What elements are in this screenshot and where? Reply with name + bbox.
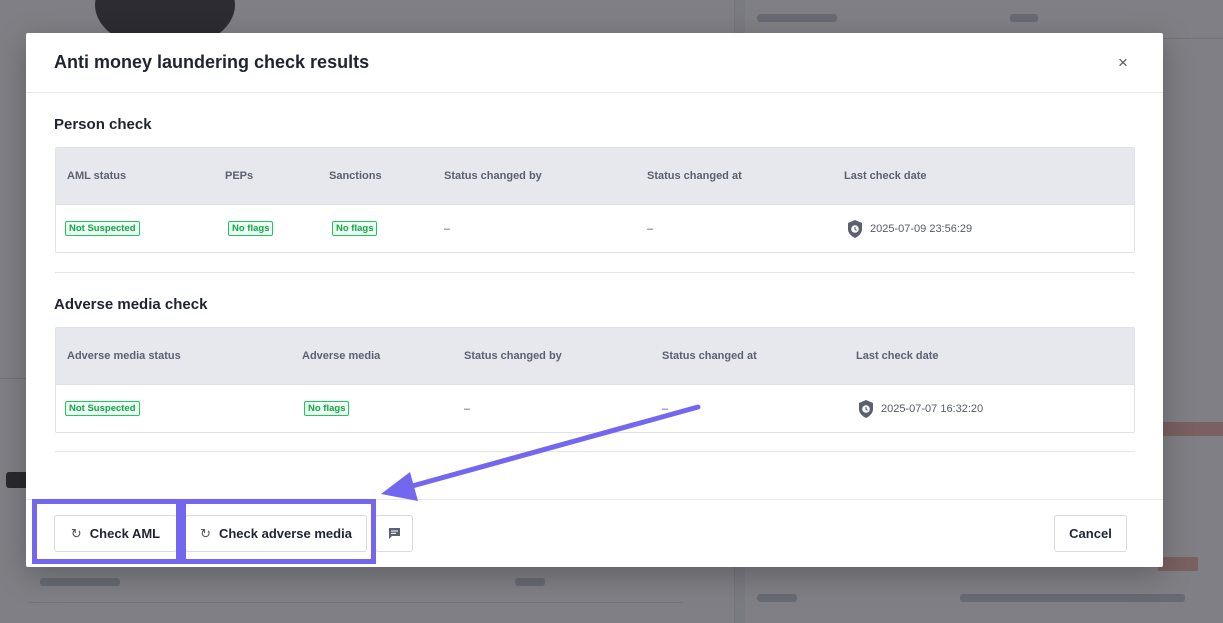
last-check-date: 2025-07-09 23:56:29: [870, 223, 973, 235]
column-header: PEPs: [225, 170, 254, 182]
sanctions-badge: No flags: [332, 221, 378, 236]
status-changed-at: –: [647, 223, 654, 235]
column-header: Status changed by: [464, 350, 562, 362]
column-header: Adverse media: [302, 350, 381, 362]
table-row: Not Suspected No flags – – 2025-07-07 16…: [56, 385, 1134, 432]
person-check-title: Person check: [54, 116, 152, 133]
status-changed-at: –: [662, 403, 669, 415]
aml-results-modal: Anti money laundering check results × Pe…: [26, 33, 1163, 567]
column-header: Status changed at: [647, 170, 742, 182]
column-header: Adverse media status: [67, 350, 181, 362]
aml-status-badge: Not Suspected: [65, 221, 140, 236]
table-header: Adverse media status Adverse media Statu…: [56, 328, 1134, 385]
adverse-media-check-table: Adverse media status Adverse media Statu…: [55, 327, 1135, 433]
shield-clock-icon: [859, 400, 873, 418]
highlight-check-adverse-media: [181, 499, 376, 564]
column-header: Last check date: [856, 350, 939, 362]
table-row: Not Suspected No flags No flags – – 2025…: [56, 205, 1134, 252]
shield-clock-icon: [848, 220, 862, 238]
cancel-button[interactable]: Cancel: [1054, 515, 1127, 552]
section-divider: [55, 272, 1135, 273]
column-header: Sanctions: [329, 170, 382, 182]
adverse-media-check-title: Adverse media check: [54, 296, 208, 313]
section-divider: [55, 451, 1135, 452]
modal-title: Anti money laundering check results: [54, 52, 370, 72]
column-header: Status changed by: [444, 170, 542, 182]
modal-header: Anti money laundering check results ×: [26, 33, 1163, 93]
cancel-label: Cancel: [1069, 526, 1112, 541]
close-icon[interactable]: ×: [1113, 53, 1133, 73]
column-header: AML status: [67, 170, 127, 182]
adverse-media-status-badge: Not Suspected: [65, 401, 140, 416]
column-header: Last check date: [844, 170, 927, 182]
column-header: Status changed at: [662, 350, 757, 362]
status-changed-by: –: [464, 403, 471, 415]
highlight-check-aml: [32, 499, 181, 564]
last-check-date: 2025-07-07 16:32:20: [881, 403, 984, 415]
peps-badge: No flags: [228, 221, 274, 236]
adverse-media-badge: No flags: [304, 401, 350, 416]
comment-icon: [388, 528, 400, 539]
status-changed-by: –: [444, 223, 451, 235]
comment-button[interactable]: [375, 515, 413, 552]
person-check-table: AML status PEPs Sanctions Status changed…: [55, 147, 1135, 253]
table-header: AML status PEPs Sanctions Status changed…: [56, 148, 1134, 205]
